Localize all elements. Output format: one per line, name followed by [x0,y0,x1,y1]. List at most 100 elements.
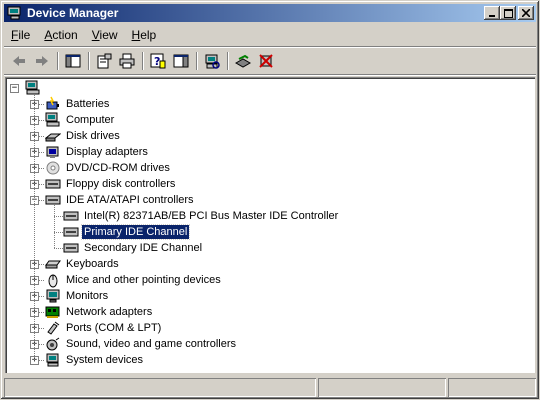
tree-item-label: Secondary IDE Channel [84,242,203,254]
uninstall-icon [259,54,273,68]
menu-file[interactable]: File [4,28,37,42]
tree-item-label: Mice and other pointing devices [66,274,221,286]
print-button[interactable] [116,51,138,71]
computer-icon [45,112,60,127]
tree-device[interactable]: Primary IDE Channel [63,224,191,240]
tree-connector [54,204,55,248]
show-hide-action-pane-icon [173,54,189,68]
toolbar: ? [4,49,536,73]
uninstall-button[interactable] [255,51,277,71]
help-button[interactable]: ? [147,51,169,71]
tree-category[interactable]: Floppy disk controllers [45,176,177,192]
close-button[interactable] [518,6,534,20]
network-adapter-icon [45,306,60,318]
tree-category[interactable]: Display adapters [45,144,150,160]
tree-item-label: Disk drives [66,130,120,142]
update-driver-icon [235,54,251,68]
toolbar-separator [196,52,198,70]
menu-action[interactable]: Action [37,28,84,42]
forward-button[interactable] [31,51,53,71]
tree-item-label: Monitors [66,290,109,302]
dvd-drive-icon [46,161,60,175]
tree-item-label: IDE ATA/ATAPI controllers [66,194,194,206]
system-device-icon [46,353,59,367]
back-button[interactable] [8,51,30,71]
minimize-icon [489,15,495,17]
tree-category[interactable]: Network adapters [45,304,154,320]
tree-item-label: Sound, video and game controllers [66,338,236,350]
collapse-button[interactable]: − [10,84,19,93]
tree-category[interactable]: Mice and other pointing devices [45,272,223,288]
status-cell-2 [318,378,446,397]
tree-category[interactable]: Computer [45,112,116,128]
maximize-button[interactable] [500,6,516,20]
toolbar-separator [57,52,59,70]
tree-category[interactable]: Disk drives [45,128,122,144]
status-cell-main [4,378,316,397]
title-bar[interactable]: Device Manager [4,4,536,22]
tree-item-label: DVD/CD-ROM drives [66,162,170,174]
tree-connector [34,94,35,360]
tree-item-label: Batteries [66,98,110,110]
toolbar-separator [142,52,144,70]
close-icon [522,9,530,17]
toolbar-separator [227,52,229,70]
tree-item-label: Display adapters [66,146,148,158]
device-tree[interactable]: − + Batteries + Computer + Disk drives + Display… [5,77,535,373]
menu-bar: File Action View Help [4,25,536,45]
ide-controller-icon [45,195,61,205]
ide-channel-icon [63,227,79,237]
tree-connector [54,248,63,249]
scan-hardware-button[interactable] [201,51,223,71]
mouse-icon [48,274,58,288]
show-hide-tree-button[interactable] [62,51,84,71]
tree-item-label: Intel(R) 82371AB/EB PCI Bus Master IDE C… [84,210,339,222]
tree-category[interactable]: IDE ATA/ATAPI controllers [45,192,196,208]
menu-help[interactable]: Help [125,28,164,42]
toolbar-separator [88,52,90,70]
tree-category[interactable]: Keyboards [45,256,121,272]
menu-view[interactable]: View [85,28,125,42]
tree-device[interactable]: Intel(R) 82371AB/EB PCI Bus Master IDE C… [63,208,340,224]
floppy-controller-icon [45,179,61,189]
svg-text:?: ? [154,55,160,68]
print-icon [119,53,135,69]
ide-channel-icon [63,243,79,253]
scan-hardware-icon [205,54,220,69]
status-cell-3 [448,378,536,397]
tree-category[interactable]: Batteries [45,96,111,112]
tree-item-label: Ports (COM & LPT) [66,322,162,334]
toolbar-separator-line [4,74,536,76]
show-hide-tree-icon [65,54,81,68]
tree-category[interactable]: Monitors [45,288,110,304]
tree-connector [54,232,63,233]
tree-connector [54,216,63,217]
tree-item-label: Computer [66,114,115,126]
port-icon [47,321,60,335]
keyboard-icon [45,260,61,269]
tree-item-label: Primary IDE Channel [80,224,191,240]
tree-item-label: Floppy disk controllers [66,178,176,190]
computer-icon [25,80,40,95]
window-title: Device Manager [27,6,119,20]
sound-icon [46,337,60,351]
show-hide-action-pane-button[interactable] [170,51,192,71]
menu-separator [4,46,536,48]
tree-device[interactable]: Secondary IDE Channel [63,240,204,256]
minimize-button[interactable] [484,6,500,20]
update-driver-button[interactable] [232,51,254,71]
tree-category[interactable]: System devices [45,352,145,368]
device-manager-app-icon [7,6,21,20]
device-manager-window: Device Manager File Action View Help ? −… [0,0,540,400]
tree-item-label: Network adapters [66,306,153,318]
properties-button[interactable] [93,51,115,71]
disk-drive-icon [45,133,61,142]
monitor-icon [46,289,60,303]
tree-category[interactable]: Ports (COM & LPT) [45,320,163,336]
tree-category[interactable]: Sound, video and game controllers [45,336,238,352]
forward-arrow-icon [36,56,48,66]
tree-category[interactable]: DVD/CD-ROM drives [45,160,172,176]
maximize-icon [503,8,513,18]
battery-icon [46,96,59,110]
properties-icon [97,53,112,69]
